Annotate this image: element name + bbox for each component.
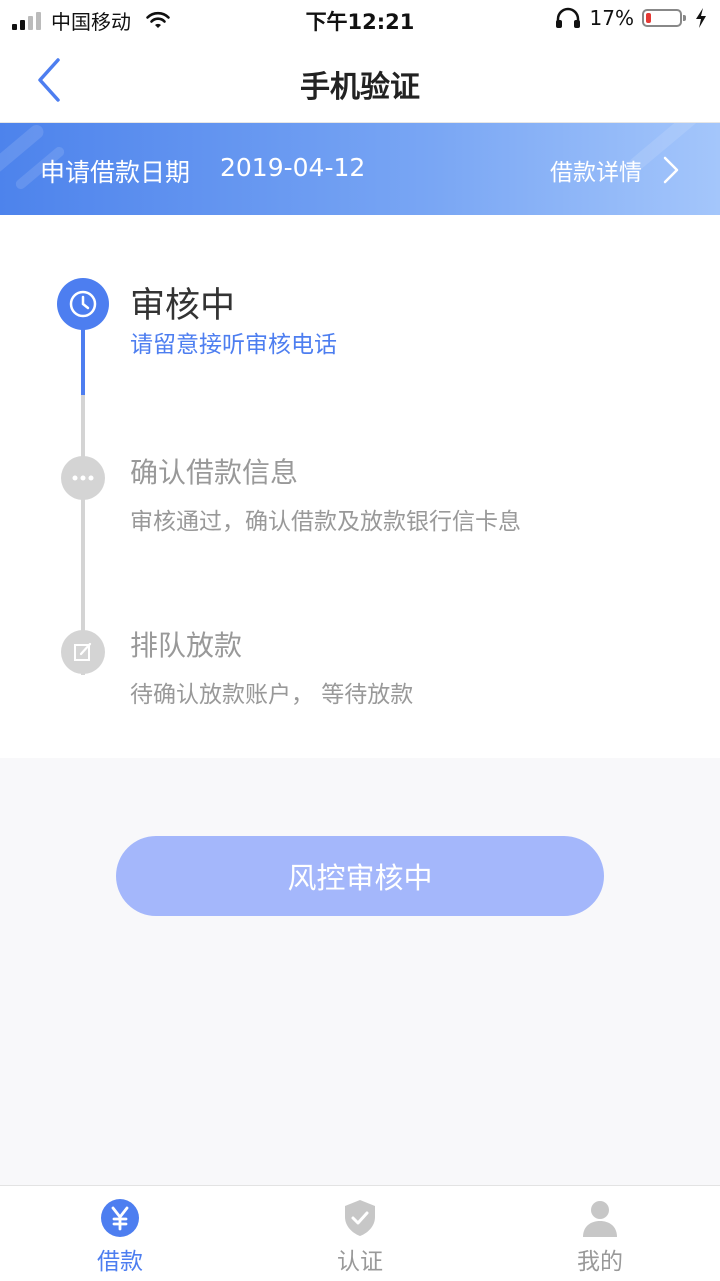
- step-title: 审核中: [130, 286, 236, 326]
- loan-detail-label: 借款详情: [550, 160, 642, 186]
- battery-icon: [642, 9, 686, 27]
- loan-date-label: 申请借款日期: [40, 158, 191, 187]
- status-bar: 中国移动 下午12:21 17%: [0, 0, 720, 40]
- tab-label: 我的: [577, 1249, 623, 1275]
- action-area: 风控审核中: [0, 758, 720, 1185]
- step-title: 排队放款: [130, 629, 243, 662]
- tab-bar: 借款 认证 我的: [0, 1185, 720, 1281]
- progress-timeline: 审核中 请留意接听审核电话 确认借款信息 审核通过，确认借款及放款银行信卡息 排…: [0, 215, 720, 758]
- step-title: 确认借款信息: [130, 456, 299, 489]
- step-node-confirm: [61, 456, 105, 500]
- tab-loan[interactable]: 借款: [0, 1186, 240, 1281]
- yen-icon: [101, 1199, 139, 1237]
- risk-review-button[interactable]: 风控审核中: [116, 836, 604, 916]
- clock-icon: [69, 290, 97, 318]
- tab-label: 认证: [337, 1249, 383, 1275]
- battery-fill: [646, 13, 651, 23]
- tab-verify[interactable]: 认证: [240, 1186, 480, 1281]
- step-node-review: [57, 278, 109, 330]
- chevron-right-icon: [663, 156, 679, 184]
- headphones-icon: [555, 7, 580, 28]
- page-title: 手机验证: [300, 70, 420, 105]
- more-dots-icon: [72, 475, 94, 481]
- nav-bar: 手机验证: [0, 40, 720, 123]
- shield-check-icon: [345, 1200, 375, 1236]
- user-icon: [583, 1201, 617, 1237]
- timeline-line-active: [81, 325, 85, 395]
- charging-bolt-icon: [696, 8, 706, 28]
- step-desc: 请留意接听审核电话: [130, 332, 337, 358]
- status-right: 17%: [554, 6, 708, 30]
- step-node-disburse: [61, 630, 105, 674]
- tab-label: 借款: [97, 1249, 143, 1275]
- loan-date-banner: 申请借款日期 2019-04-12 借款详情: [0, 123, 720, 215]
- edit-icon: [74, 642, 92, 661]
- battery-percent: 17%: [589, 6, 634, 30]
- loan-detail-link[interactable]: 借款详情: [550, 153, 680, 187]
- step-desc: 待确认放款账户， 等待放款: [130, 682, 414, 708]
- step-desc: 审核通过，确认借款及放款银行信卡息: [130, 509, 521, 535]
- tab-mine[interactable]: 我的: [480, 1186, 720, 1281]
- loan-date-value: 2019-04-12: [220, 153, 366, 182]
